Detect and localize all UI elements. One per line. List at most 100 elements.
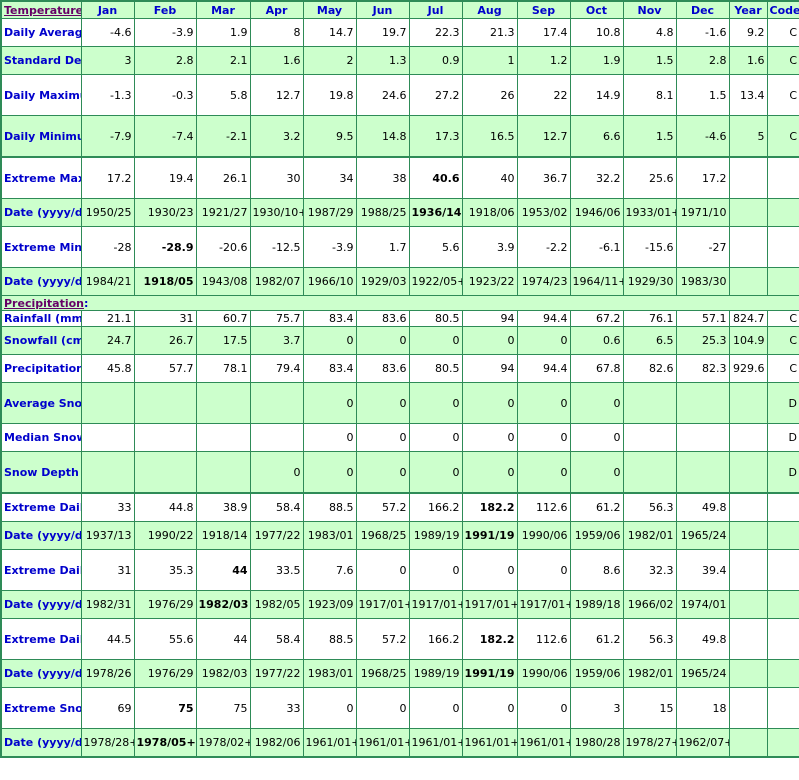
value-cell-jul: 0 bbox=[408, 423, 463, 452]
value-cell-mar: 17.5 bbox=[195, 326, 251, 355]
code-cell: C bbox=[766, 326, 799, 355]
table-row: Extreme Maximum (°C)17.219.426.130343840… bbox=[0, 156, 799, 199]
value-cell-sep: 94.4 bbox=[516, 310, 571, 327]
value-cell-jul: 1922/05+ bbox=[408, 267, 463, 296]
value-cell-jun: 1968/25 bbox=[355, 659, 410, 688]
year-cell bbox=[728, 156, 768, 199]
value-cell-mar bbox=[195, 423, 251, 452]
value-cell-aug: 1918/06 bbox=[461, 198, 518, 227]
table-row: Median Snow Depth (cm)000000D bbox=[0, 423, 799, 452]
value-cell-oct: 0.6 bbox=[569, 326, 624, 355]
code-cell: C bbox=[766, 310, 799, 327]
value-cell-sep: 0 bbox=[516, 382, 571, 424]
value-cell-jan: 17.2 bbox=[80, 156, 135, 199]
value-cell-mar: -2.1 bbox=[195, 115, 251, 158]
value-cell-jul: 1917/01+ bbox=[408, 590, 463, 619]
value-cell-jan: 31 bbox=[80, 549, 135, 591]
value-cell-may: 1987/29 bbox=[302, 198, 357, 227]
value-cell-may: 0 bbox=[302, 326, 357, 355]
column-header-jun: Jun bbox=[355, 0, 410, 19]
value-cell-nov: 1982/01 bbox=[622, 659, 677, 688]
value-cell-may: 0 bbox=[302, 423, 357, 452]
year-cell bbox=[728, 198, 768, 227]
value-cell-feb: 57.7 bbox=[133, 354, 197, 383]
value-cell-sep: 0 bbox=[516, 423, 571, 452]
row-label: Snowfall (cm) bbox=[0, 326, 82, 355]
value-cell-apr bbox=[249, 382, 304, 424]
value-cell-apr: 75.7 bbox=[249, 310, 304, 327]
value-cell-feb: 1978/05+ bbox=[133, 728, 197, 758]
value-cell-sep: -2.2 bbox=[516, 226, 571, 268]
value-cell-nov bbox=[622, 451, 677, 494]
value-cell-mar: 44 bbox=[195, 618, 251, 660]
value-cell-sep: 94.4 bbox=[516, 354, 571, 383]
value-cell-may: 83.4 bbox=[302, 354, 357, 383]
year-cell bbox=[728, 728, 768, 758]
value-cell-jul: 27.2 bbox=[408, 74, 463, 116]
value-cell-jun: 0 bbox=[355, 451, 410, 494]
row-label: Date (yyyy/dd) bbox=[0, 659, 82, 688]
value-cell-jul: 40.6 bbox=[408, 156, 463, 199]
value-cell-may: 0 bbox=[302, 451, 357, 494]
value-cell-dec bbox=[675, 423, 730, 452]
value-cell-dec: 1983/30 bbox=[675, 267, 730, 296]
row-label: Extreme Daily Rainfall (mm) bbox=[0, 492, 82, 522]
row-label: Date (yyyy/dd) bbox=[0, 267, 82, 296]
value-cell-jul: 80.5 bbox=[408, 310, 463, 327]
value-cell-jul: 80.5 bbox=[408, 354, 463, 383]
row-label: Standard Deviation bbox=[0, 46, 82, 75]
value-cell-nov: 56.3 bbox=[622, 618, 677, 660]
year-cell bbox=[728, 549, 768, 591]
value-cell-may: 88.5 bbox=[302, 618, 357, 660]
value-cell-sep: 1990/06 bbox=[516, 659, 571, 688]
value-cell-mar: 1978/02+ bbox=[195, 728, 251, 758]
table-row: Daily Minimum (°C)-7.9-7.4-2.13.29.514.8… bbox=[0, 115, 799, 158]
value-cell-nov: 4.8 bbox=[622, 18, 677, 47]
table-row: Date (yyyy/dd)1950/251930/231921/271930/… bbox=[0, 198, 799, 227]
year-cell: 104.9 bbox=[728, 326, 768, 355]
value-cell-aug: 3.9 bbox=[461, 226, 518, 268]
code-cell: C bbox=[766, 18, 799, 47]
section-link-temperature[interactable]: Temperature bbox=[4, 4, 80, 17]
value-cell-nov: 1978/27+ bbox=[622, 728, 677, 758]
year-cell: 824.7 bbox=[728, 310, 768, 327]
value-cell-jun: 0 bbox=[355, 382, 410, 424]
value-cell-apr: 30 bbox=[249, 156, 304, 199]
value-cell-feb: 1990/22 bbox=[133, 521, 197, 550]
value-cell-feb: 1918/05 bbox=[133, 267, 197, 296]
value-cell-dec: 1971/10 bbox=[675, 198, 730, 227]
value-cell-oct: 0 bbox=[569, 423, 624, 452]
value-cell-dec: -1.6 bbox=[675, 18, 730, 47]
value-cell-oct: -6.1 bbox=[569, 226, 624, 268]
year-cell: 13.4 bbox=[728, 74, 768, 116]
value-cell-feb: 1976/29 bbox=[133, 590, 197, 619]
value-cell-jul: 1936/14 bbox=[408, 198, 463, 227]
value-cell-mar: 2.1 bbox=[195, 46, 251, 75]
value-cell-jan: 1982/31 bbox=[80, 590, 135, 619]
row-label: Precipitation (mm) bbox=[0, 354, 82, 383]
value-cell-jun: 1961/01+ bbox=[355, 728, 410, 758]
value-cell-feb: 2.8 bbox=[133, 46, 197, 75]
row-label: Snow Depth at Month-end (cm) bbox=[0, 451, 82, 494]
value-cell-jul: 0 bbox=[408, 687, 463, 729]
year-cell bbox=[728, 492, 768, 522]
row-label: Daily Minimum (°C) bbox=[0, 115, 82, 158]
value-cell-jun: 14.8 bbox=[355, 115, 410, 158]
table-row: Daily Average (°C)-4.6-3.91.9814.719.722… bbox=[0, 18, 799, 47]
code-cell: D bbox=[766, 451, 799, 494]
value-cell-nov: 56.3 bbox=[622, 492, 677, 522]
row-label: Average Snow Depth (cm) bbox=[0, 382, 82, 424]
value-cell-aug: 0 bbox=[461, 423, 518, 452]
value-cell-may: 0 bbox=[302, 382, 357, 424]
value-cell-feb: 75 bbox=[133, 687, 197, 729]
value-cell-jan: 1984/21 bbox=[80, 267, 135, 296]
section-link-precipitation[interactable]: Precipitation bbox=[4, 297, 84, 310]
value-cell-dec: 57.1 bbox=[675, 310, 730, 327]
value-cell-mar: 1918/14 bbox=[195, 521, 251, 550]
value-cell-oct: 14.9 bbox=[569, 74, 624, 116]
value-cell-aug: 0 bbox=[461, 549, 518, 591]
value-cell-feb: -28.9 bbox=[133, 226, 197, 268]
code-cell bbox=[766, 659, 799, 688]
value-cell-mar: -20.6 bbox=[195, 226, 251, 268]
value-cell-apr: 58.4 bbox=[249, 492, 304, 522]
